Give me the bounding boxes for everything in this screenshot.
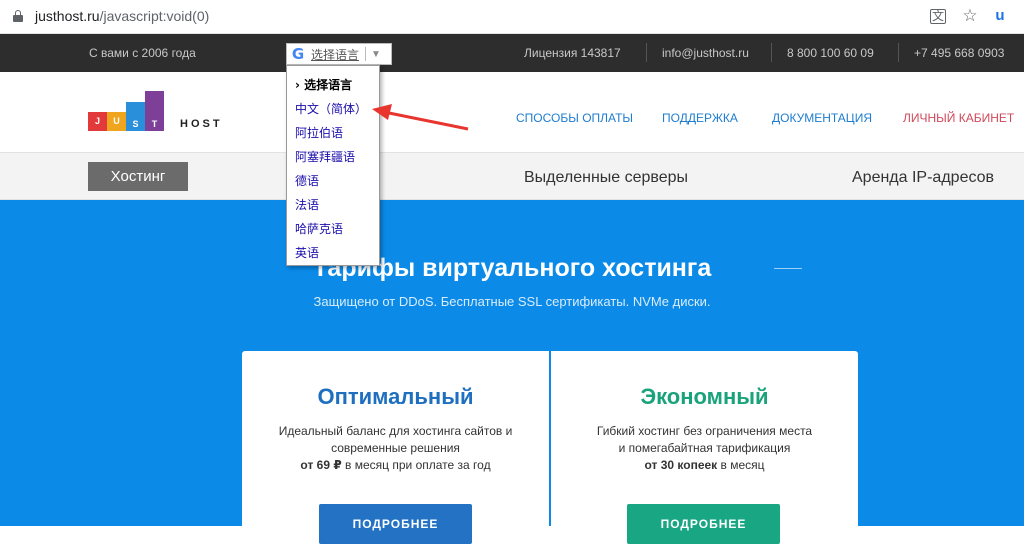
annotation-arrow-icon bbox=[372, 104, 469, 131]
